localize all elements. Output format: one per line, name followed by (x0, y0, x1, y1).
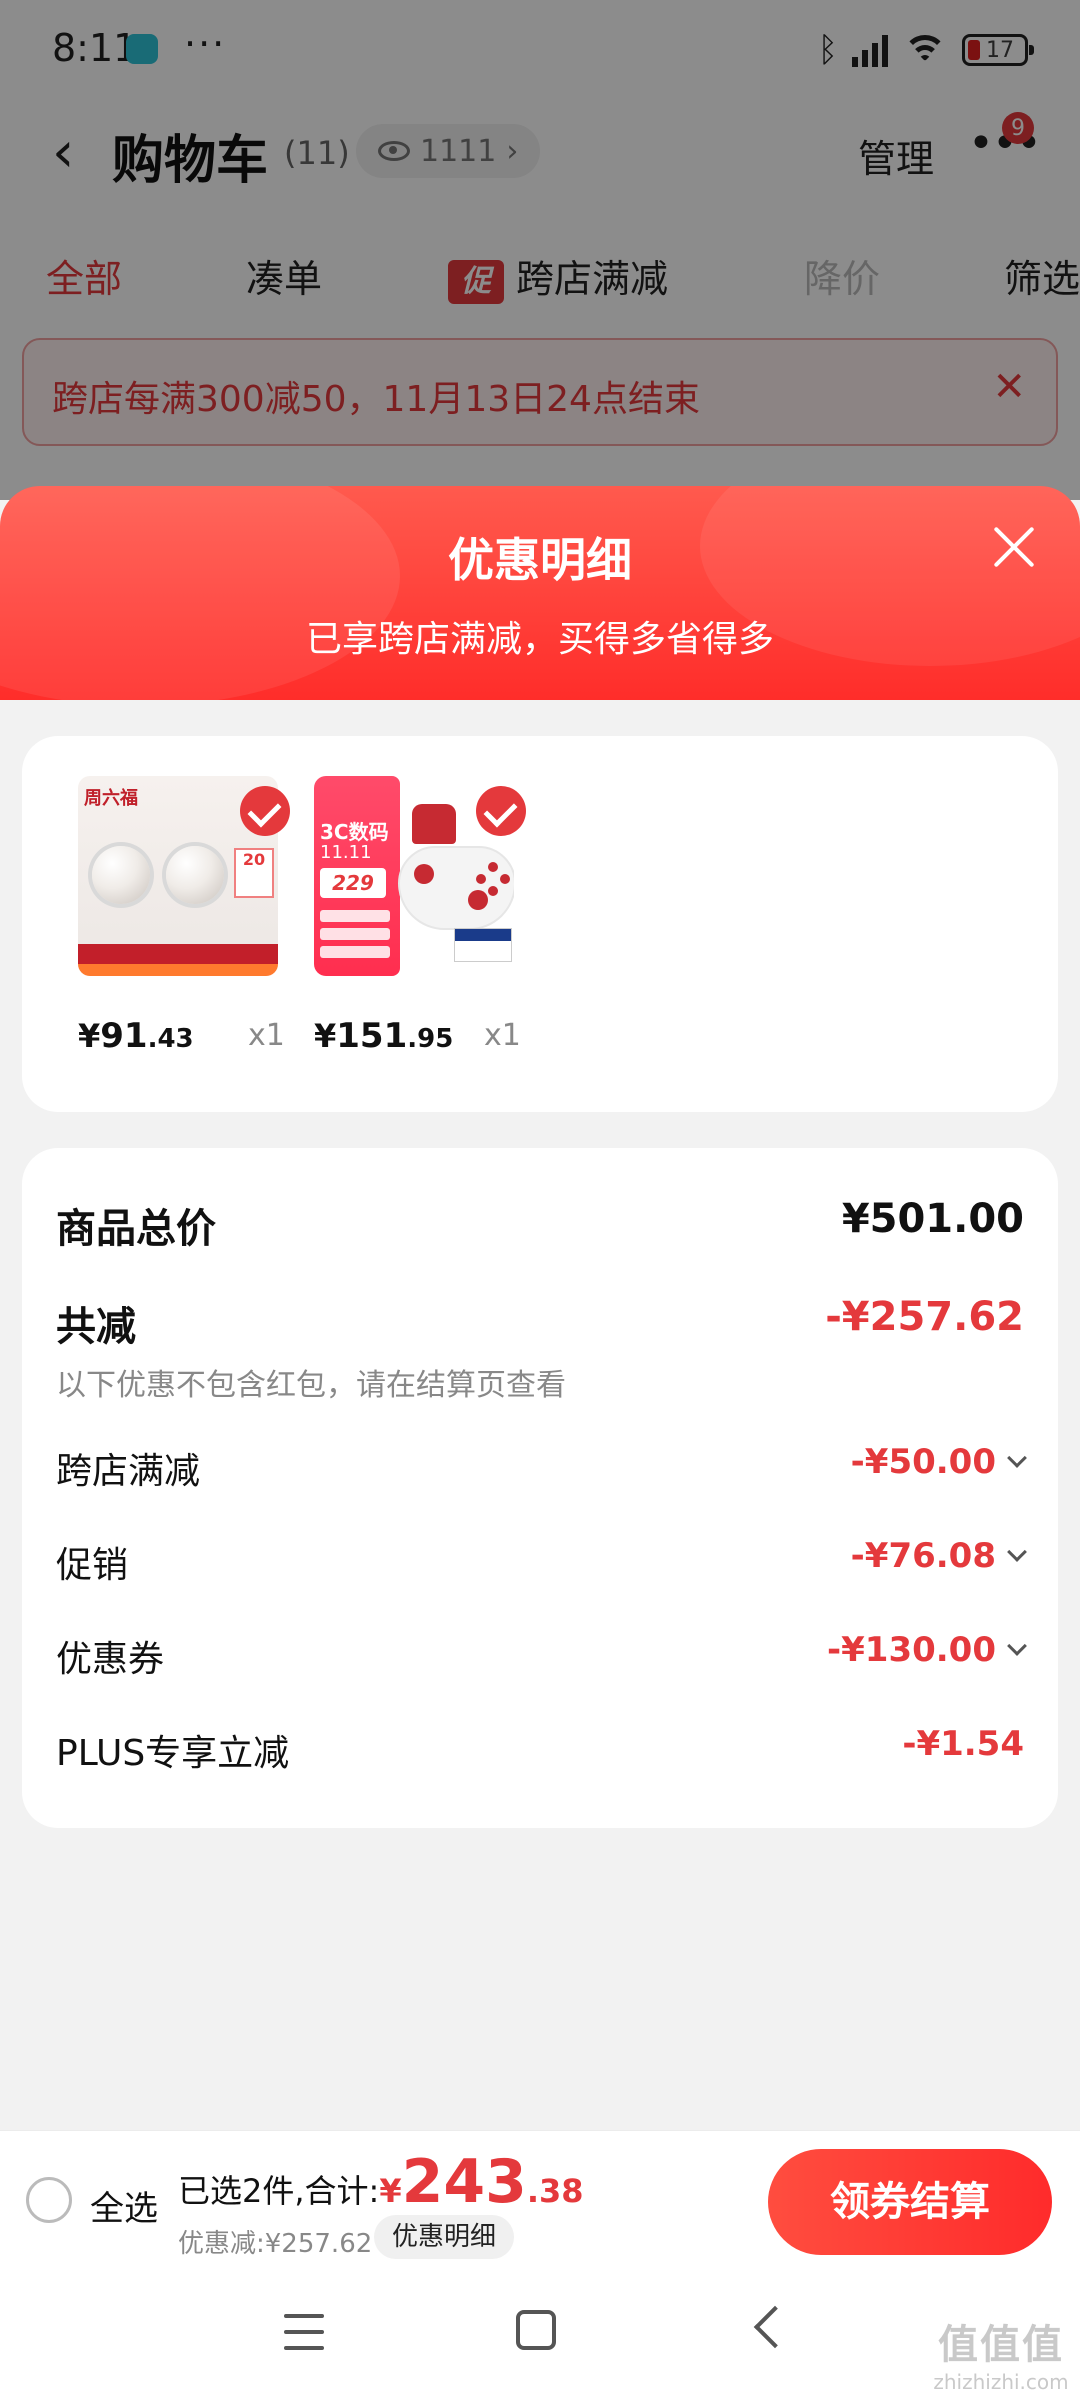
discount-item-label: PLUS专享立减 (56, 1733, 290, 1774)
discount-item-value: -¥50.00 (851, 1442, 1027, 1482)
selected-total: 已选2件,合计:¥243.38 (178, 2147, 584, 2217)
checkout-bar: 全选 已选2件,合计:¥243.38 优惠减:¥257.62 优惠明细 领券结算 (0, 2130, 1080, 2270)
selected-products-card: 周六福 20 ¥91.43 x1 3C数码 11.11 229 ¥151.95 … (22, 736, 1058, 1112)
chevron-down-icon[interactable] (1007, 1448, 1027, 1468)
brand-logo: 周六福 (84, 788, 138, 809)
discount-item-value: -¥76.08 (851, 1536, 1027, 1576)
select-all-checkbox[interactable] (26, 2177, 72, 2223)
sheet-title: 优惠明细 (448, 533, 632, 587)
product-quantity: x1 (248, 1018, 285, 1053)
chevron-down-icon[interactable] (1007, 1636, 1027, 1656)
discount-item-label: 促销 (56, 1545, 129, 1586)
promo-panel: 3C数码 11.11 229 (314, 776, 400, 976)
menu-icon[interactable] (284, 2314, 324, 2350)
image-promo-strip (78, 964, 278, 976)
battery-level: 17 (986, 37, 1014, 63)
pearl-icon (166, 846, 224, 904)
chevron-down-icon[interactable] (1007, 1542, 1027, 1562)
total-price-label: 商品总价 (56, 1206, 216, 1252)
sheet-body: 周六福 20 ¥91.43 x1 3C数码 11.11 229 ¥151.95 … (0, 700, 1080, 2130)
pearl-icon (92, 846, 150, 904)
total-price-value: ¥501.00 (841, 1196, 1024, 1242)
select-all-label[interactable]: 全选 (90, 2181, 158, 2230)
system-nav-bar (0, 2270, 1080, 2400)
discount-item-label: 优惠券 (56, 1639, 165, 1680)
sheet-header: 优惠明细 已享跨店满减，买得多省得多 (0, 486, 1080, 700)
controller-stand-icon (412, 804, 456, 844)
home-icon[interactable] (516, 2310, 556, 2350)
watermark-logo: 值值值 (938, 2322, 1064, 2368)
product-quantity: x1 (484, 1018, 521, 1053)
image-promo-strip (78, 944, 278, 964)
discount-item-value: -¥130.00 (827, 1630, 1027, 1670)
price-summary-card: 商品总价 ¥501.00 共减 -¥257.62 以下优惠不包含红包，请在结算页… (22, 1148, 1058, 1828)
discount-note: 以下优惠不包含红包，请在结算页查看 (56, 1368, 566, 1403)
total-discount-value: -¥257.62 (825, 1294, 1024, 1340)
close-icon[interactable] (984, 516, 1044, 576)
total-discount-label: 共减 (56, 1304, 136, 1350)
checked-icon[interactable] (476, 786, 526, 836)
watermark: 值值值 zhizhizhi.com (928, 2312, 1074, 2394)
checkout-button[interactable]: 领券结算 (768, 2149, 1052, 2255)
store-badge (454, 928, 512, 962)
watermark-text: zhizhizhi.com (933, 2370, 1069, 2394)
checked-icon[interactable] (240, 786, 290, 836)
discount-detail-button[interactable]: 优惠明细 (374, 2215, 515, 2259)
product-price: ¥151.95 (314, 1016, 454, 1056)
product-price: ¥91.43 (78, 1016, 194, 1056)
discount-summary: 优惠减:¥257.62 (178, 2229, 373, 2259)
back-icon[interactable] (753, 2305, 797, 2349)
discount-item-label: 跨店满减 (56, 1451, 201, 1492)
modal-overlay[interactable] (0, 0, 1080, 500)
controller-icon (398, 846, 514, 930)
promo-price-tag: 20 (234, 848, 274, 898)
discount-item-value: -¥1.54 (902, 1724, 1024, 1764)
sheet-subtitle: 已享跨店满减，买得多省得多 (305, 619, 774, 660)
